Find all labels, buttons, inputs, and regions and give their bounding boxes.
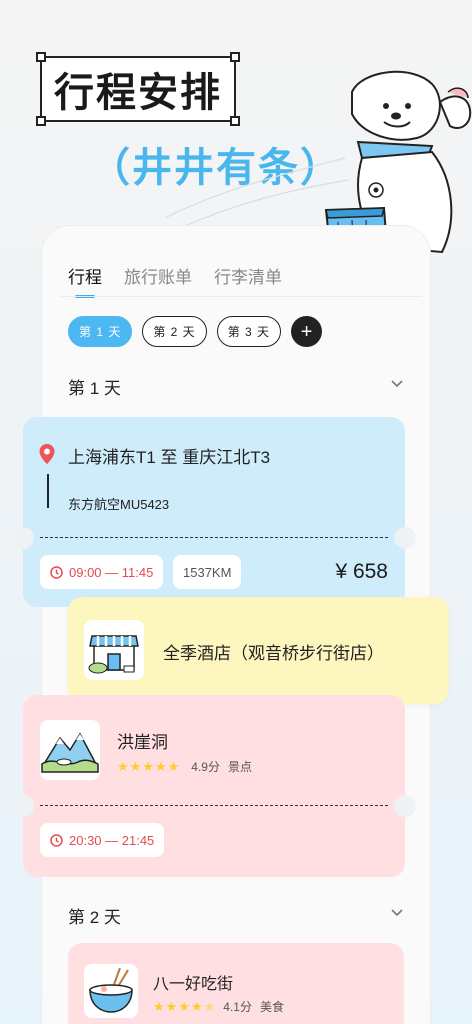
clock-icon bbox=[50, 833, 63, 847]
day-pill-1[interactable]: 第 1 天 bbox=[68, 316, 133, 347]
chevron-down-icon[interactable] bbox=[390, 906, 404, 920]
scenic-time-chip: 20:30 — 21:45 bbox=[40, 823, 165, 857]
tab-bar: 行程 旅行账单 行李清单 bbox=[68, 263, 282, 298]
ticket-notch-right bbox=[394, 795, 416, 817]
star-icon: ★ bbox=[190, 999, 203, 1014]
mountain-icon bbox=[41, 732, 99, 773]
hotel-name: 全季酒店（观音桥步行街店） bbox=[163, 644, 384, 663]
day-pill-2[interactable]: 第 2 天 bbox=[142, 316, 207, 347]
flight-time: 09:00 — 11:45 bbox=[69, 564, 154, 580]
flight-card-divider bbox=[40, 537, 388, 538]
star-icon: ★ bbox=[153, 999, 165, 1014]
ticket-notch-right bbox=[394, 527, 416, 549]
star-icon: ★ bbox=[165, 999, 178, 1014]
add-day-button[interactable]: + bbox=[291, 316, 323, 347]
tab-luggage-list[interactable]: 行李清单 bbox=[214, 263, 282, 298]
scenic-card-divider bbox=[40, 805, 388, 806]
scenic-time: 20:30 — 21:45 bbox=[69, 832, 155, 848]
star-icon: ★ bbox=[129, 759, 142, 774]
frame-handle-bottom-right bbox=[230, 116, 240, 126]
chevron-down-icon[interactable] bbox=[390, 377, 404, 391]
star-icon: ★ bbox=[154, 759, 167, 774]
food-stars: ★ ★ ★ ★ ★ bbox=[153, 1000, 215, 1013]
day-2-header: 第 2 天 bbox=[68, 908, 121, 927]
hotel-thumbnail bbox=[84, 620, 144, 680]
food-rating: ★ ★ ★ ★ ★ 4.1分 美食 bbox=[153, 998, 284, 1015]
location-pin-icon bbox=[39, 444, 55, 464]
tab-travel-bill[interactable]: 旅行账单 bbox=[124, 263, 192, 298]
flight-time-chip: 09:00 — 11:45 bbox=[40, 555, 164, 589]
tab-itinerary[interactable]: 行程 bbox=[68, 263, 102, 298]
food-score: 4.1分 bbox=[223, 1000, 252, 1014]
food-category: 美食 bbox=[259, 1000, 284, 1014]
frame-handle-top-right bbox=[230, 52, 240, 62]
frame-handle-bottom-left bbox=[36, 116, 46, 126]
day-1-header: 第 1 天 bbox=[68, 379, 121, 398]
noodle-bowl-icon bbox=[89, 967, 133, 1013]
mountain-thumbnail bbox=[40, 720, 100, 780]
day-selector: 第 1 天 第 2 天 第 3 天 + bbox=[68, 316, 323, 347]
tabs-divider bbox=[60, 296, 422, 297]
scenic-score: 4.9分 bbox=[191, 760, 220, 774]
flight-distance: 1537KM bbox=[173, 555, 242, 589]
star-icon: ★ bbox=[167, 759, 180, 774]
hero-title: 行程安排 bbox=[54, 70, 222, 116]
clock-icon bbox=[50, 565, 63, 579]
day-pill-3[interactable]: 第 3 天 bbox=[216, 316, 282, 347]
hotel-building-icon bbox=[88, 635, 139, 674]
scenic-category: 景点 bbox=[227, 760, 252, 774]
ticket-notch-left bbox=[12, 527, 34, 549]
star-icon: ★ bbox=[178, 999, 190, 1014]
ticket-notch-left bbox=[12, 795, 34, 817]
scenic-stars: ★ ★ ★ ★ ★ bbox=[117, 760, 179, 773]
food-name: 八一好吃街 bbox=[153, 976, 234, 993]
flight-airline: 东方航空MU5423 bbox=[68, 497, 170, 512]
scenic-rating: ★ ★ ★ ★ ★ 4.9分 景点 bbox=[117, 758, 252, 775]
noodle-bowl-thumbnail bbox=[84, 964, 138, 1018]
frame-handle-top-left bbox=[36, 52, 46, 62]
hero-title-frame: 行程安排 bbox=[36, 52, 240, 126]
route-connector-line bbox=[47, 474, 49, 508]
flight-route: 上海浦东T1 至 重庆江北T3 bbox=[68, 448, 271, 467]
half-star-icon: ★ bbox=[203, 999, 216, 1014]
flight-price: ¥ 658 bbox=[335, 560, 388, 583]
star-icon: ★ bbox=[142, 759, 154, 774]
star-icon: ★ bbox=[117, 759, 129, 774]
scenic-name: 洪崖洞 bbox=[117, 733, 168, 752]
